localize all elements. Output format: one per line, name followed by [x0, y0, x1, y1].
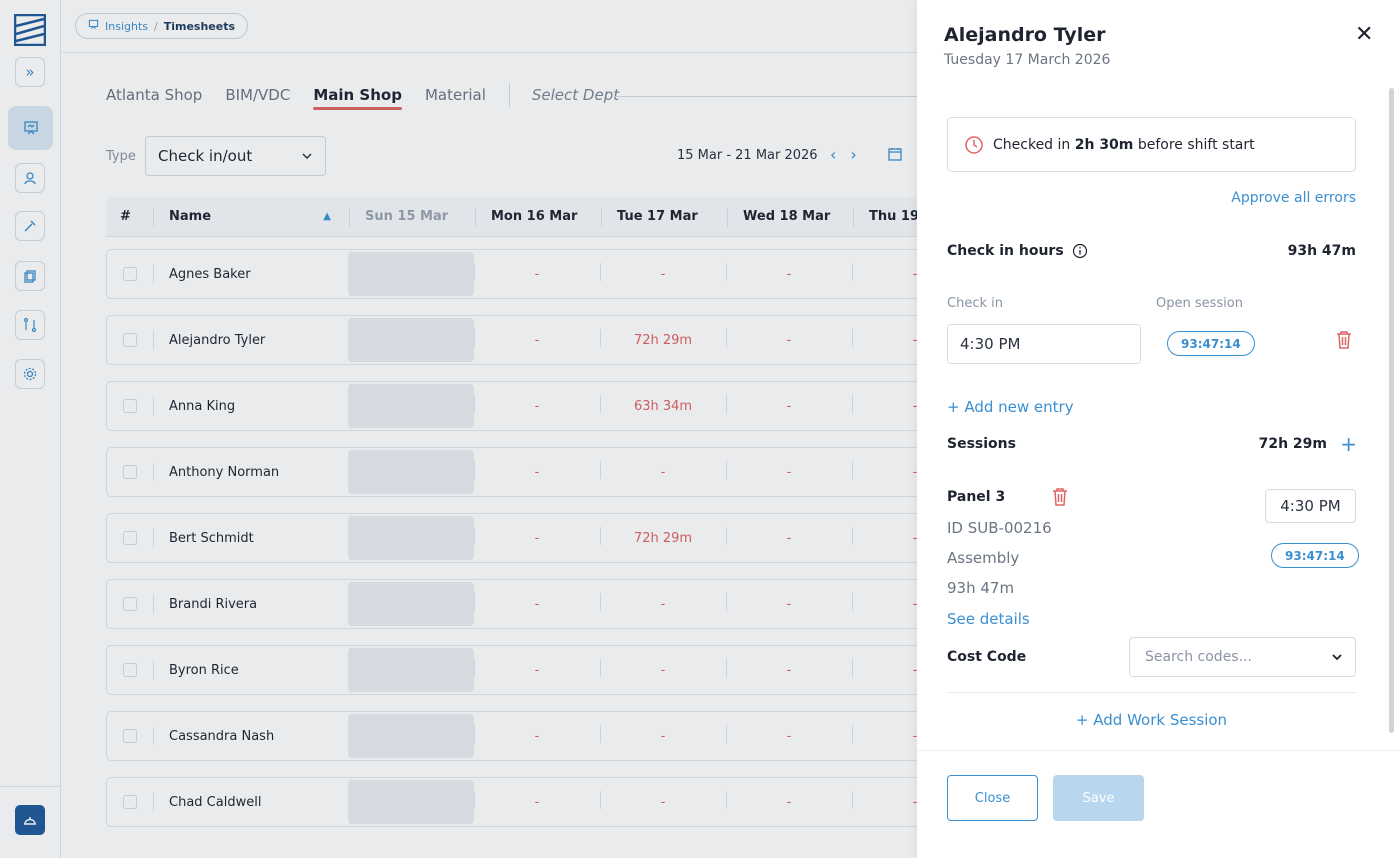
session-duration: 93h 47m [947, 579, 1015, 597]
sessions-label: Sessions [947, 436, 1016, 452]
close-icon[interactable]: ✕ [1355, 22, 1373, 47]
add-new-entry-link[interactable]: + Add new entry [947, 398, 1074, 416]
panel-scrollbar[interactable] [1389, 88, 1394, 733]
save-button[interactable]: Save [1053, 775, 1144, 821]
session-id: ID SUB-00216 [947, 519, 1052, 537]
backdrop-overlay[interactable] [0, 0, 917, 858]
add-work-session-link[interactable]: + Add Work Session [917, 711, 1386, 729]
panel-employee-name: Alejandro Tyler [944, 24, 1106, 46]
session-title: Panel 3 [947, 489, 1006, 505]
check-in-hours-heading: Check in hours [947, 243, 1088, 259]
cost-code-select[interactable]: Search codes... [1129, 637, 1356, 677]
check-in-hours-label: Check in hours [947, 243, 1064, 259]
open-session-timer: 93:47:14 [1167, 331, 1255, 356]
session-timer: 93:47:14 [1271, 543, 1359, 568]
approve-all-errors-link[interactable]: Approve all errors [1231, 190, 1356, 206]
info-icon[interactable] [1072, 243, 1088, 259]
panel-footer: Close Save [917, 750, 1400, 858]
panel-date: Tuesday 17 March 2026 [944, 52, 1111, 68]
see-details-link[interactable]: See details [947, 610, 1030, 628]
chevron-down-icon [1332, 654, 1342, 661]
open-session-label: Open session [1156, 296, 1243, 311]
alert-text: Checked in 2h 30m before shift start [993, 136, 1255, 153]
check-in-time-input[interactable]: 4:30 PM [947, 324, 1141, 364]
early-checkin-alert: Checked in 2h 30m before shift start [947, 117, 1356, 172]
cost-code-label: Cost Code [947, 649, 1027, 665]
session-type: Assembly [947, 549, 1020, 567]
trash-icon[interactable] [1335, 330, 1353, 354]
check-in-hours-value: 93h 47m [1287, 243, 1356, 259]
trash-icon[interactable] [1051, 487, 1069, 511]
sessions-total: 72h 29m [1258, 436, 1327, 452]
check-in-label: Check in [947, 296, 1003, 311]
employee-detail-panel: Alejandro Tyler Tuesday 17 March 2026 ✕ … [917, 0, 1400, 858]
cost-code-placeholder: Search codes... [1145, 649, 1252, 665]
close-button[interactable]: Close [947, 775, 1038, 821]
divider [947, 692, 1356, 693]
session-time-input[interactable]: 4:30 PM [1265, 489, 1356, 523]
clock-icon [965, 135, 983, 154]
add-session-plus-icon[interactable]: + [1340, 432, 1357, 456]
